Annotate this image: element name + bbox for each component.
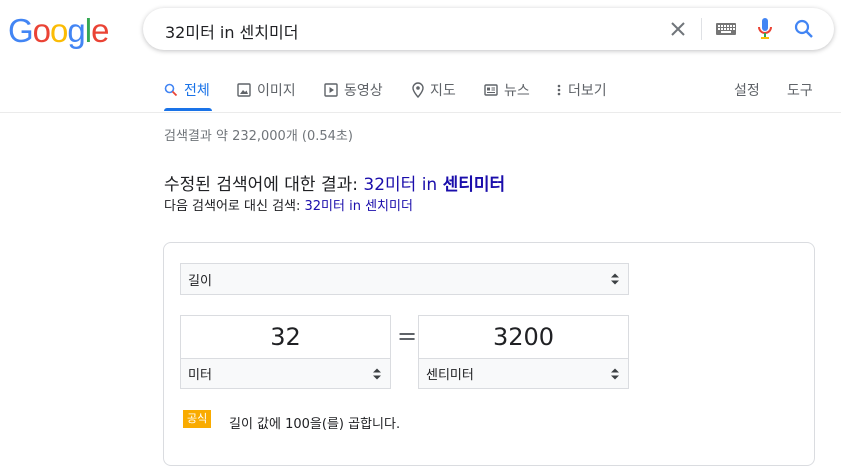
active-tab-indicator xyxy=(164,108,212,111)
select-arrows-icon xyxy=(611,273,619,285)
corrected-link-bold: 센티미터 xyxy=(442,175,506,195)
correction-prefix: 수정된 검색어에 대한 결과: xyxy=(164,175,364,195)
tab-label: 지도 xyxy=(430,83,456,99)
search-icon[interactable] xyxy=(793,18,815,40)
select-arrows-icon xyxy=(611,368,619,379)
settings-label: 설정 xyxy=(734,83,760,99)
select-arrows-icon xyxy=(373,368,381,379)
to-unit-value: 센티미터 xyxy=(426,368,474,383)
tab-maps[interactable]: 지도 xyxy=(412,80,456,100)
news-icon xyxy=(484,84,498,96)
from-value-input[interactable]: 32 xyxy=(180,315,391,359)
tab-label: 이미지 xyxy=(257,83,296,99)
formula-badge: 공식 xyxy=(183,410,212,428)
search-input[interactable]: 32미터 in 센치미더 xyxy=(165,19,298,43)
tab-images[interactable]: 이미지 xyxy=(237,80,296,100)
google-logo[interactable]: Google xyxy=(8,12,109,50)
more-vert-icon xyxy=(557,84,561,96)
logo-letter: o xyxy=(50,12,68,49)
to-unit-select[interactable]: 센티미터 xyxy=(418,358,629,389)
equals-sign: = xyxy=(397,322,418,350)
search-instead-link[interactable]: 32미터 in 센치미더 xyxy=(305,199,413,214)
corrected-query: 수정된 검색어에 대한 결과: 32미터 in 센티미터 xyxy=(164,170,505,195)
tab-videos[interactable]: 동영상 xyxy=(324,80,383,100)
tab-label: 더보기 xyxy=(568,83,607,99)
map-pin-icon xyxy=(412,82,424,98)
clear-icon[interactable] xyxy=(667,18,689,40)
tools-label: 도구 xyxy=(787,83,813,99)
search-instead: 다음 검색어로 대신 검색: 32미터 in 센치미더 xyxy=(164,195,413,214)
logo-letter: g xyxy=(67,12,85,49)
category-value: 길이 xyxy=(188,273,212,289)
tabs-divider xyxy=(0,112,841,113)
settings-link[interactable]: 설정 xyxy=(734,80,760,100)
search-divider xyxy=(701,18,702,40)
tab-label: 동영상 xyxy=(344,83,383,99)
corrected-query-link[interactable]: 32미터 in 센티미터 xyxy=(363,175,505,195)
tools-link[interactable]: 도구 xyxy=(787,80,813,100)
tab-label: 전체 xyxy=(184,83,210,99)
formula-text: 길이 값에 100을(를) 곱합니다. xyxy=(229,417,401,432)
play-icon xyxy=(324,83,338,97)
logo-letter: o xyxy=(32,12,51,49)
to-value-input[interactable]: 3200 xyxy=(418,315,629,359)
category-select[interactable]: 길이 xyxy=(180,263,629,295)
logo-letter: e xyxy=(91,12,109,49)
corrected-link-plain: 32미터 in xyxy=(363,175,443,195)
search-icon xyxy=(164,83,178,97)
from-unit-select[interactable]: 미터 xyxy=(180,358,391,389)
tab-label: 뉴스 xyxy=(504,83,530,99)
keyboard-icon[interactable] xyxy=(715,20,737,38)
image-icon xyxy=(237,83,251,97)
logo-letter: G xyxy=(8,12,34,49)
tab-news[interactable]: 뉴스 xyxy=(484,80,530,100)
from-unit-value: 미터 xyxy=(188,368,212,383)
tab-more[interactable]: 더보기 xyxy=(556,80,607,100)
instead-prefix: 다음 검색어로 대신 검색: xyxy=(164,199,305,214)
tab-all[interactable]: 전체 xyxy=(164,80,210,100)
mic-icon[interactable] xyxy=(757,17,773,41)
result-stats: 검색결과 약 232,000개 (0.54초) xyxy=(164,129,353,144)
search-box[interactable]: 32미터 in 센치미더 xyxy=(143,8,834,50)
